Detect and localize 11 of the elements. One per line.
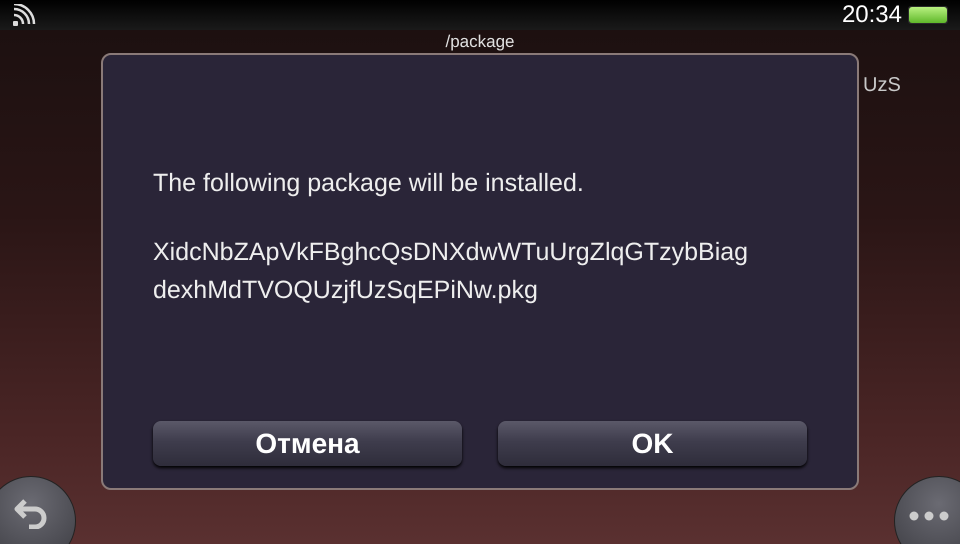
- list-item-text: UzS: [863, 73, 901, 98]
- battery-icon: [908, 6, 948, 24]
- dialog-button[interactable]: Отмена: [153, 421, 462, 466]
- package-filename: XidcNbZApVkFBghcQsDNXdwWTuUrgZlqGTzybBiag dexhMdTVOQUzjfUzSqEPiNw.pkg: [153, 236, 750, 306]
- wifi-icon: [12, 4, 36, 26]
- dialog-button[interactable]: OK: [498, 421, 807, 466]
- more-icon: [909, 511, 949, 521]
- page-title: /package: [446, 32, 514, 51]
- back-arrow-icon: [13, 497, 49, 529]
- clock-time: 20:34: [842, 3, 902, 27]
- dialog-message: The following package will be installed.: [153, 168, 585, 199]
